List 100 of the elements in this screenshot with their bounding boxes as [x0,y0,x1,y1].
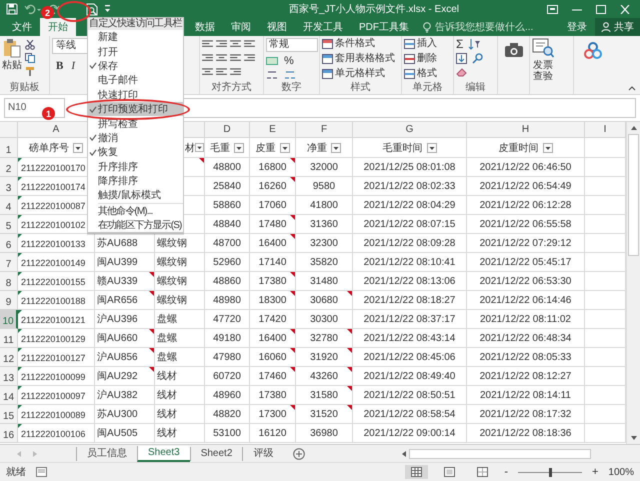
camera-icon[interactable] [504,42,524,58]
align-lines-icon[interactable] [230,54,241,63]
view-button[interactable] [405,465,428,479]
column-header[interactable]: D [205,122,250,138]
cells-button[interactable]: 删除 [404,53,437,65]
row-header[interactable]: 3 [0,177,18,196]
print-preview-icon[interactable] [86,2,98,16]
menu-item[interactable]: 其他命令(M)... [88,204,183,218]
align-lines-icon[interactable] [230,40,241,49]
scroll-thumb[interactable] [628,134,639,256]
row-header[interactable]: 12 [0,348,18,367]
scissors-icon[interactable] [25,40,35,50]
decimal-decrease-icon[interactable] [284,70,296,80]
fill-down-icon[interactable] [456,53,467,64]
row-header[interactable]: 2 [0,158,18,177]
filter-button[interactable] [234,142,244,152]
column-header[interactable]: E [250,122,296,138]
row-header[interactable]: 14 [0,386,18,405]
menu-item[interactable]: 升序排序 [88,160,183,174]
align-lines-icon[interactable] [244,54,255,63]
menu-item[interactable]: 快速打印 [88,88,183,102]
tell-me-field[interactable]: 告诉我您想要做什么... [423,18,559,36]
scroll-down-icon[interactable] [630,435,638,441]
ribbon-tab[interactable]: 开始 [40,18,76,36]
scroll-left-icon[interactable] [401,450,407,458]
row-header[interactable]: 1 [0,138,18,158]
cells-button[interactable]: 格式 [404,68,437,80]
align-lines-icon[interactable] [202,68,213,77]
autosum-button[interactable]: Σ [456,38,464,50]
column-header[interactable]: I [585,122,626,138]
menu-item[interactable]: 在功能区下方显示(S) [88,218,183,232]
sheet-tab[interactable]: Sheet2 [190,446,242,460]
bold-button[interactable]: B [56,60,64,72]
align-lines-icon[interactable] [216,40,227,49]
align-lines-icon[interactable] [216,68,227,77]
ribbon-tab[interactable]: 数据 [187,18,223,36]
menu-item[interactable]: 触摸/鼠标模式 [88,188,183,203]
paste-button[interactable]: 粘贴 [2,38,22,72]
row-header[interactable]: 8 [0,272,18,291]
sort-filter-icon[interactable] [468,38,480,50]
ribbon-tab[interactable]: 审阅 [223,18,259,36]
customize-menu-icon[interactable] [104,4,111,14]
menu-item[interactable]: 打印预览和打印 [88,102,183,116]
menu-item[interactable]: 电子邮件 [88,73,183,88]
row-header[interactable]: 5 [0,215,18,234]
style-button[interactable]: 套用表格格式 [322,53,395,65]
row-header[interactable]: 6 [0,234,18,253]
align-lines-icon[interactable] [244,40,255,49]
align-lines-icon[interactable] [202,40,213,49]
align-lines-icon[interactable] [230,68,241,77]
invoice-check-button[interactable]: 发票查验 [532,38,554,82]
maximize-icon[interactable] [596,4,606,14]
column-header[interactable]: F [296,122,353,138]
filter-button[interactable] [280,142,290,152]
row-header[interactable]: 15 [0,405,18,424]
zoom-in-button[interactable]: + [592,466,598,478]
style-button[interactable]: 单元格样式 [322,68,395,80]
row-header[interactable]: 4 [0,196,18,215]
close-icon[interactable] [620,4,630,14]
column-header[interactable]: G [353,122,467,138]
copy-icon[interactable] [25,53,35,63]
ribbon-tab[interactable]: 视图 [259,18,295,36]
vertical-scrollbar[interactable] [626,122,640,444]
filter-button[interactable] [195,143,204,152]
add-sheet-icon[interactable] [293,448,306,460]
ribbon-display-icon[interactable] [547,4,558,14]
scroll-up-icon[interactable] [630,125,638,131]
row-header[interactable]: 9 [0,291,18,310]
sign-in-link[interactable]: 登录 [559,18,595,36]
zoom-level[interactable]: 100% [608,466,634,478]
macro-record-icon[interactable] [36,467,47,477]
ribbon-tab[interactable]: 文件 [4,18,40,36]
column-header[interactable]: H [467,122,585,138]
filter-button[interactable] [331,142,341,152]
ribbon-tab[interactable]: PDF工具集 [351,18,417,36]
cells-button[interactable]: 插入 [404,38,437,50]
eraser-icon[interactable] [456,67,468,77]
zoom-out-button[interactable]: - [504,466,508,478]
align-lines-icon[interactable] [216,54,227,63]
align-lines-icon[interactable] [202,54,213,63]
row-header[interactable]: 13 [0,367,18,386]
row-header[interactable]: 11 [0,329,18,348]
number-format-field[interactable]: 常规 [266,38,318,52]
sheet-tab[interactable]: 评级 [242,446,284,460]
share-button[interactable]: 共享 [595,18,640,36]
row-header[interactable]: 16 [0,424,18,443]
row-header[interactable]: 7 [0,253,18,272]
percent-button[interactable]: % [284,55,294,67]
zoom-thumb[interactable] [548,468,552,476]
menu-item[interactable]: 保存 [88,58,183,74]
row-header[interactable]: 10 [0,310,18,329]
save-icon[interactable] [6,3,18,15]
menu-item[interactable]: 打开 [88,44,183,59]
italic-button[interactable]: I [71,60,76,72]
undo-icon[interactable] [24,3,42,15]
filter-button[interactable] [426,142,436,152]
collapse-ribbon-icon[interactable] [628,85,636,91]
menu-item[interactable]: 新建 [88,30,183,44]
sheet-tab[interactable]: Sheet3 [137,446,190,462]
filter-button[interactable] [73,142,83,152]
